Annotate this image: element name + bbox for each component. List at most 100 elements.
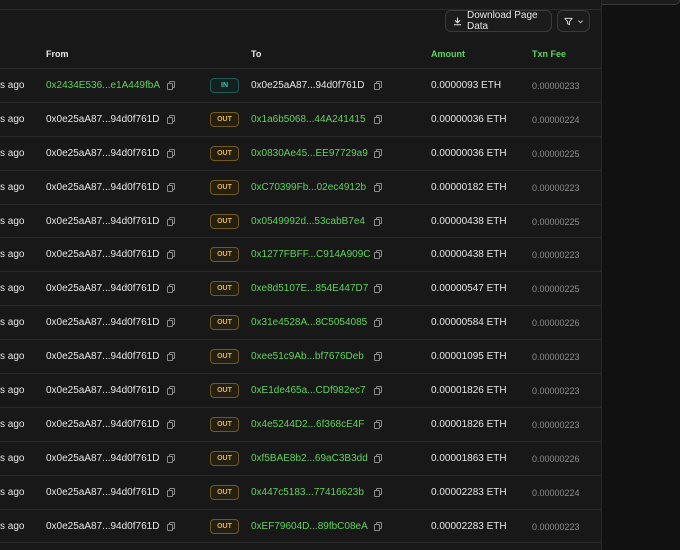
to-address[interactable]: 0x1a6b5068...44A241415 bbox=[251, 114, 366, 125]
age-cell: s ago bbox=[0, 486, 25, 498]
age-cell: s ago bbox=[0, 215, 25, 227]
to-address[interactable]: 0x31e4528A...8C5054085 bbox=[251, 317, 367, 328]
transactions-table: Download Page Data From To Amount Txn Fe… bbox=[0, 0, 602, 550]
copy-icon[interactable] bbox=[167, 81, 175, 90]
age-cell: s ago bbox=[0, 283, 25, 295]
to-address[interactable]: 0x1277FBFF...C914A909C bbox=[251, 249, 371, 260]
filter-icon bbox=[564, 17, 573, 25]
from-address[interactable]: 0x2434E536...e1A449fbA bbox=[46, 80, 160, 91]
from-address: 0x0e25aA87...94d0f761D bbox=[46, 520, 160, 532]
copy-icon[interactable] bbox=[167, 419, 175, 429]
copy-icon[interactable] bbox=[374, 148, 382, 158]
copy-icon[interactable] bbox=[374, 352, 382, 362]
table-row: s ago 0x0e25aA87...94d0f761D OUT 0x1277FBFF… bbox=[0, 238, 602, 273]
direction-badge: OUT bbox=[210, 247, 239, 263]
copy-icon[interactable] bbox=[167, 148, 175, 158]
table-row: s ago 0x0e25aA87...94d0f761D OUT 0x1a6b5068… bbox=[0, 103, 602, 137]
table-row: s ago 0x0e25aA87...94d0f761D OUT 0x4e5244D2… bbox=[0, 408, 602, 442]
copy-icon[interactable] bbox=[374, 216, 382, 226]
direction-badge: OUT bbox=[210, 518, 239, 534]
to-address[interactable]: 0x0830Ae45...EE97729a9 bbox=[251, 148, 368, 159]
copy-icon[interactable] bbox=[167, 182, 175, 192]
from-address: 0x0e25aA87...94d0f761D bbox=[46, 317, 160, 329]
copy-icon[interactable] bbox=[167, 521, 175, 531]
copy-icon[interactable] bbox=[374, 386, 382, 396]
amount-cell: 0.00002283 ETH bbox=[431, 520, 507, 532]
table-row: s ago 0x0e25aA87...94d0f761D OUT 0x31e4528A… bbox=[0, 306, 602, 341]
copy-icon[interactable] bbox=[374, 487, 382, 497]
copy-icon[interactable] bbox=[374, 182, 382, 192]
to-address[interactable]: 0x447c5183...77416623b bbox=[251, 487, 364, 498]
age-cell: s ago bbox=[0, 418, 25, 430]
copy-icon[interactable] bbox=[374, 284, 382, 294]
direction-badge: OUT bbox=[210, 315, 239, 331]
copy-icon[interactable] bbox=[374, 453, 382, 463]
chevron-down-icon bbox=[577, 19, 584, 23]
amount-cell: 0.00000036 ETH bbox=[431, 113, 507, 125]
copy-icon[interactable] bbox=[167, 386, 175, 396]
copy-icon[interactable] bbox=[167, 487, 175, 497]
txn-fee-cell: 0.00000223 bbox=[532, 521, 580, 532]
direction-badge: OUT bbox=[210, 383, 239, 399]
to-address[interactable]: 0xC70399Fb...02ec4912b bbox=[251, 182, 366, 193]
to-address[interactable]: 0x0549992d...53cabB7e4 bbox=[251, 216, 365, 227]
copy-icon[interactable] bbox=[374, 114, 382, 124]
direction-badge: OUT bbox=[210, 213, 239, 229]
copy-icon[interactable] bbox=[167, 453, 175, 463]
to-address[interactable]: 0x4e5244D2...6f368cE4F bbox=[251, 419, 364, 430]
table-row: s ago 0x0e25aA87...94d0f761D OUT 0xf5BAE8b2… bbox=[0, 442, 602, 476]
copy-icon[interactable] bbox=[374, 250, 382, 260]
table-row: s ago 0x0e25aA87...94d0f761D OUT 0x447c5183… bbox=[0, 476, 602, 510]
txn-fee-cell: 0.00000225 bbox=[532, 284, 580, 295]
to-address[interactable]: 0xf5BAE8b2...69aC3B3dd bbox=[251, 453, 368, 464]
age-cell: s ago bbox=[0, 317, 25, 329]
copy-icon[interactable] bbox=[167, 216, 175, 226]
to-address[interactable]: 0xE1de465a...CDf982ec7 bbox=[251, 385, 366, 396]
to-address[interactable]: 0xee51c9Ab...bf7676Deb bbox=[251, 351, 364, 362]
copy-icon[interactable] bbox=[374, 81, 382, 90]
txn-fee-cell: 0.00000224 bbox=[532, 114, 580, 125]
from-address: 0x0e25aA87...94d0f761D bbox=[46, 351, 160, 363]
from-address: 0x0e25aA87...94d0f761D bbox=[46, 385, 160, 397]
from-address: 0x0e25aA87...94d0f761D bbox=[46, 486, 160, 498]
txn-fee-cell: 0.00000224 bbox=[532, 487, 580, 498]
from-address: 0x0e25aA87...94d0f761D bbox=[46, 215, 160, 227]
age-cell: s ago bbox=[0, 147, 25, 159]
column-header-to: To bbox=[251, 49, 262, 59]
download-icon bbox=[453, 16, 462, 25]
from-address: 0x0e25aA87...94d0f761D bbox=[46, 147, 160, 159]
download-page-data-button[interactable]: Download Page Data bbox=[445, 10, 552, 32]
amount-cell: 0.00000438 ETH bbox=[431, 249, 507, 261]
from-address: 0x0e25aA87...94d0f761D bbox=[46, 249, 160, 261]
from-address: 0x0e25aA87...94d0f761D bbox=[46, 283, 160, 295]
txn-fee-cell: 0.00000226 bbox=[532, 318, 580, 329]
copy-icon[interactable] bbox=[167, 114, 175, 124]
table-row: s ago 0x2434E536...e1A449fbA IN 0x0e25aA87.… bbox=[0, 69, 602, 103]
copy-icon[interactable] bbox=[374, 419, 382, 429]
table-row: s ago 0x0e25aA87...94d0f761D OUT 0xC70399Fb… bbox=[0, 171, 602, 205]
table-row: s ago 0x0e25aA87...94d0f761D OUT 0xee51c9Ab… bbox=[0, 340, 602, 375]
amount-cell: 0.00000036 ETH bbox=[431, 147, 507, 159]
age-cell: s ago bbox=[0, 452, 25, 464]
direction-badge: OUT bbox=[210, 111, 239, 127]
copy-icon[interactable] bbox=[167, 284, 175, 294]
from-address: 0x0e25aA87...94d0f761D bbox=[46, 113, 160, 125]
amount-cell: 0.00000584 ETH bbox=[431, 317, 507, 329]
to-address[interactable]: 0xEF79604D...89fbC08eA bbox=[251, 521, 368, 532]
column-header-amount[interactable]: Amount bbox=[431, 49, 465, 59]
direction-badge: OUT bbox=[210, 179, 239, 195]
amount-cell: 0.00002283 ETH bbox=[431, 486, 507, 498]
copy-icon[interactable] bbox=[374, 521, 382, 531]
table-header: From To Amount Txn Fee bbox=[0, 38, 602, 69]
amount-cell: 0.00000182 ETH bbox=[431, 181, 507, 193]
copy-icon[interactable] bbox=[167, 352, 175, 362]
age-cell: s ago bbox=[0, 351, 25, 363]
txn-fee-cell: 0.00000225 bbox=[532, 216, 580, 227]
to-address: 0x0e25aA87...94d0f761D bbox=[251, 80, 365, 91]
copy-icon[interactable] bbox=[167, 318, 175, 328]
filter-button[interactable] bbox=[557, 10, 590, 32]
copy-icon[interactable] bbox=[374, 318, 382, 328]
column-header-txn-fee[interactable]: Txn Fee bbox=[532, 49, 566, 59]
copy-icon[interactable] bbox=[167, 250, 175, 260]
to-address[interactable]: 0xe8d5107E...854E447D7 bbox=[251, 283, 368, 294]
